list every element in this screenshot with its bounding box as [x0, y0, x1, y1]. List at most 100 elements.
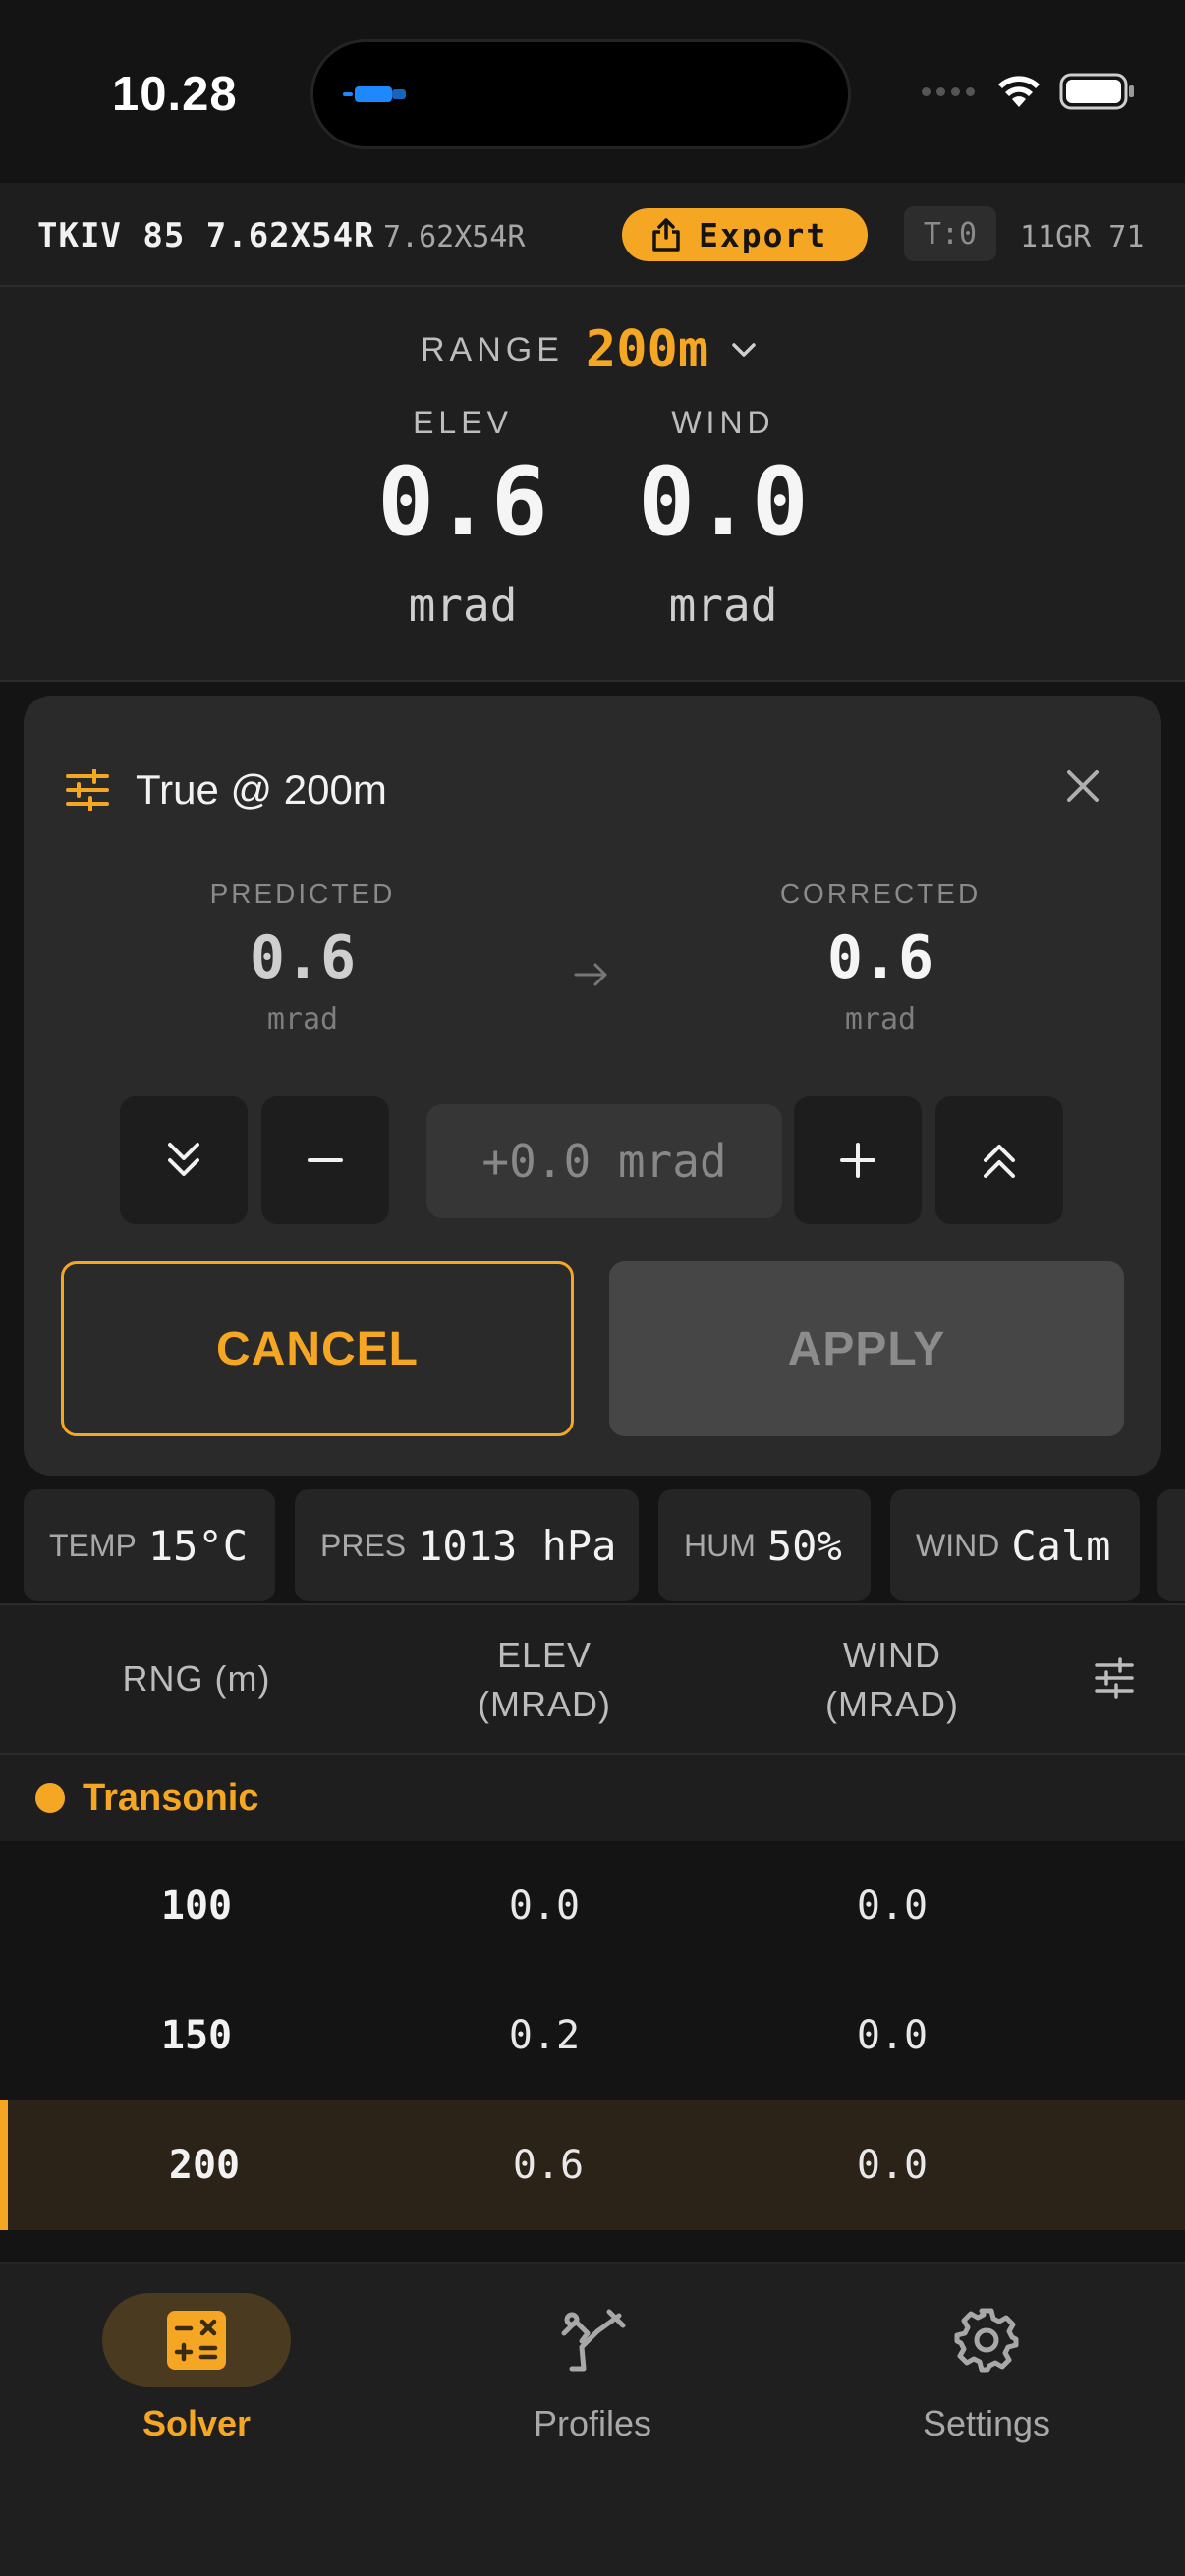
- humidity-chip[interactable]: HUM 50%: [658, 1489, 871, 1601]
- nav-pill: [892, 2293, 1081, 2387]
- temperature-chip[interactable]: TEMP 15°C: [24, 1489, 275, 1601]
- card-header: True @ 200m: [65, 766, 387, 813]
- bullet-label: 11GR 71: [1020, 220, 1145, 254]
- chip-key: TEMP: [49, 1527, 137, 1563]
- cell-wind: 0.0: [856, 2143, 929, 2188]
- chip-value: 50%: [766, 1521, 842, 1570]
- group-label: Transonic: [83, 1776, 259, 1819]
- table-row[interactable]: 150 0.2 0.0: [0, 1971, 1185, 2100]
- turret-chip[interactable]: T:0: [904, 206, 996, 261]
- nav-profiles[interactable]: Profiles: [465, 2293, 720, 2444]
- wind-value: 0.0: [638, 447, 809, 557]
- transonic-group-header: Transonic: [0, 1755, 1185, 1841]
- increment-button[interactable]: [794, 1096, 922, 1224]
- battery-icon: [1059, 73, 1134, 110]
- elev-value: 0.6: [377, 447, 548, 557]
- status-bar: 10.28: [0, 0, 1185, 181]
- nav-label: Profiles: [533, 2403, 652, 2443]
- predicted-value: 0.6: [249, 924, 357, 992]
- wifi-icon: [998, 76, 1040, 107]
- corrected-column: CORRECTED 0.6 mrad: [733, 878, 1028, 1036]
- wind-unit: mrad: [668, 579, 778, 632]
- range-value: 200m: [585, 320, 709, 379]
- conditions-bar: TEMP 15°C PRES 1013 hPa HUM 50% WIND Cal…: [24, 1489, 1140, 1601]
- chip-value: 15°C: [147, 1521, 249, 1570]
- status-indicators: [922, 73, 1136, 110]
- column-header-range[interactable]: RNG (m): [79, 1654, 314, 1704]
- caliber-label: 7.62X54R: [383, 220, 526, 254]
- true-correction-card: True @ 200m PREDICTED 0.6 mrad CORRECTED…: [24, 696, 1161, 1476]
- elev-header-line1: ELEV: [496, 1635, 592, 1675]
- transonic-dot-icon: [35, 1783, 65, 1813]
- nav-pill: [498, 2293, 687, 2387]
- large-decrement-button[interactable]: [120, 1096, 248, 1224]
- chip-key: PRES: [320, 1527, 407, 1563]
- predicted-unit: mrad: [266, 1002, 339, 1036]
- wind-chip[interactable]: WIND Calm: [890, 1489, 1140, 1601]
- nav-label: Solver: [141, 2403, 252, 2443]
- column-header-elev[interactable]: ELEV (MRAD): [426, 1631, 662, 1729]
- cancel-button[interactable]: CANCEL: [61, 1261, 574, 1436]
- chip-key: WIND: [916, 1527, 1000, 1563]
- correction-delta-field[interactable]: +0.0 mrad: [426, 1104, 782, 1218]
- elev-label: ELEV: [413, 405, 513, 440]
- nav-pill: [102, 2293, 291, 2387]
- double-chevron-up-icon: [984, 1145, 1015, 1178]
- table-header: RNG (m) ELEV (MRAD) WIND (MRAD): [0, 1603, 1185, 1755]
- corrected-label: CORRECTED: [779, 878, 982, 909]
- cell-range: 200: [168, 2143, 241, 2188]
- selection-indicator: [0, 2100, 8, 2230]
- chip-value: Calm: [1011, 1521, 1111, 1570]
- share-icon: [652, 218, 680, 252]
- predicted-label: PREDICTED: [209, 878, 396, 909]
- rifle-icon: [561, 2309, 626, 2372]
- cell-elev: 0.6: [512, 2143, 585, 2188]
- chip-key: HUM: [684, 1527, 756, 1563]
- double-chevron-down-icon: [168, 1143, 199, 1176]
- close-icon[interactable]: [1061, 764, 1104, 808]
- cell-elev: 0.2: [508, 2013, 581, 2058]
- table-row-selected[interactable]: 200 0.6 0.0: [0, 2100, 1185, 2230]
- cell-elev: 0.0: [508, 1883, 581, 1929]
- elev-solution: ELEV 0.6 mrad: [355, 405, 571, 632]
- wind-label: WIND: [671, 405, 775, 440]
- cell-wind: 0.0: [856, 2013, 929, 2058]
- large-increment-button[interactable]: [935, 1096, 1063, 1224]
- nav-settings[interactable]: Settings: [859, 2293, 1114, 2444]
- status-time: 10.28: [112, 68, 238, 121]
- gear-icon: [954, 2308, 1019, 2373]
- minus-icon: [308, 1158, 343, 1162]
- pressure-chip[interactable]: PRES 1013 hPa: [295, 1489, 639, 1601]
- chip-value: 1013 hPa: [418, 1521, 617, 1570]
- table-row[interactable]: 100 0.0 0.0: [0, 1841, 1185, 1971]
- more-conditions-chip[interactable]: [1157, 1489, 1185, 1601]
- solution-panel: RANGE 200m ELEV 0.6 mrad WIND 0.0 mrad: [0, 287, 1185, 682]
- predicted-column: PREDICTED 0.6 mrad: [155, 878, 450, 1036]
- range-selector[interactable]: RANGE 200m: [421, 320, 758, 379]
- dynamic-island: [310, 39, 851, 149]
- arrow-right-icon: [574, 963, 607, 986]
- profile-title[interactable]: TKIV 85 7.62X54R: [37, 216, 375, 255]
- plus-icon: [840, 1143, 875, 1178]
- corrected-value: 0.6: [826, 924, 934, 992]
- range-label: RANGE: [421, 330, 564, 368]
- decrement-button[interactable]: [261, 1096, 389, 1224]
- nav-solver[interactable]: Solver: [69, 2293, 324, 2444]
- cell-range: 100: [160, 1883, 233, 1929]
- chevron-down-icon: [732, 343, 756, 357]
- table-settings-icon[interactable]: [1093, 1656, 1136, 1700]
- export-label: Export: [699, 215, 828, 254]
- export-button[interactable]: Export: [622, 208, 868, 261]
- wind-header-line2: (MRAD): [825, 1684, 959, 1724]
- profile-header: TKIV 85 7.62X54R 7.62X54R Export T:0 11G…: [0, 183, 1185, 287]
- calculator-icon: [167, 2311, 226, 2370]
- card-title: True @ 200m: [136, 766, 387, 812]
- corrected-unit: mrad: [844, 1002, 917, 1036]
- elev-header-line2: (MRAD): [478, 1684, 611, 1724]
- apply-button[interactable]: APPLY: [609, 1261, 1124, 1436]
- elev-unit: mrad: [408, 579, 518, 632]
- wind-solution: WIND 0.0 mrad: [615, 405, 831, 632]
- bottom-navigation: Solver Profiles Settings: [0, 2262, 1185, 2576]
- nav-label: Settings: [922, 2403, 1051, 2443]
- column-header-wind[interactable]: WIND (MRAD): [774, 1631, 1010, 1729]
